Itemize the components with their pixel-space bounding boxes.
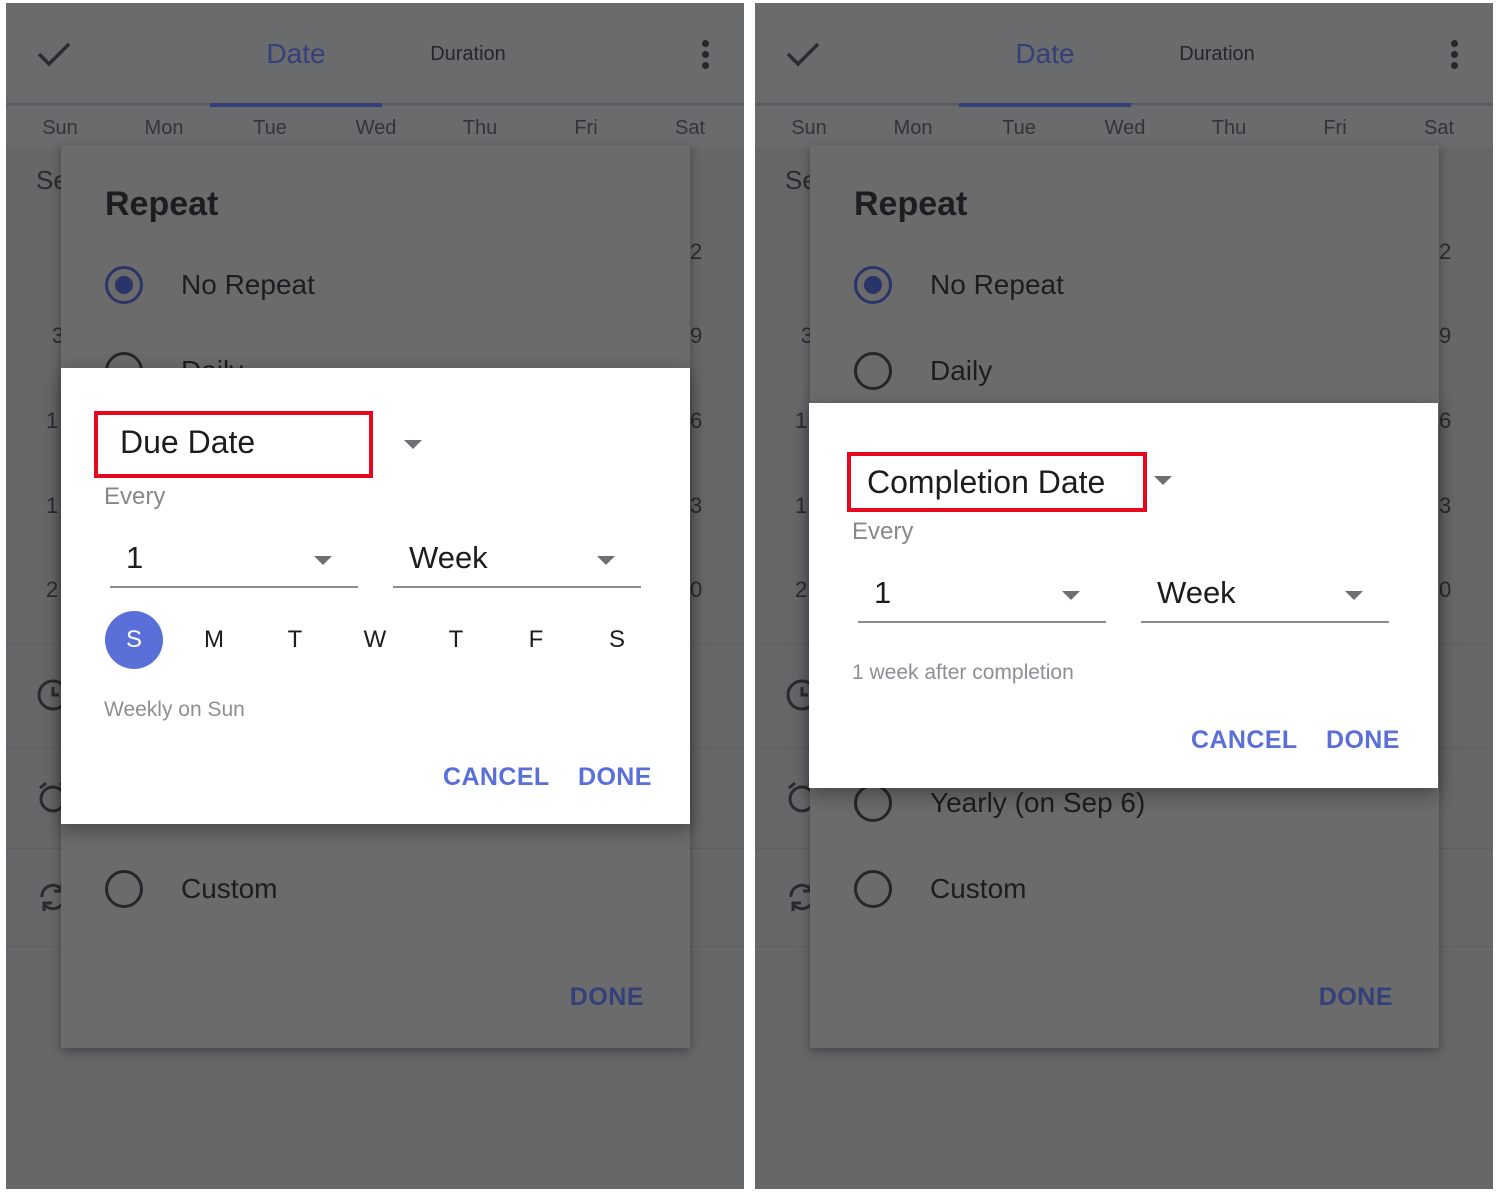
repeat-option-no-repeat[interactable]: No Repeat [105,261,315,309]
interval-value: 1 [874,575,892,610]
calendar-day-fragment: 3 [1439,493,1452,518]
unit-select[interactable]: Week [393,536,641,588]
chevron-down-icon [1345,591,1363,600]
calendar-day-fragment: 3 [690,493,703,518]
weekday-label: Fri [574,117,598,139]
calendar-day-fragment: 0 [1439,577,1452,602]
weekday-label: Tue [1002,117,1036,139]
tab-duration[interactable]: Duration [1147,3,1287,105]
interval-value: 1 [126,540,144,575]
cancel-button[interactable]: CANCEL [443,763,550,792]
weekday-label: Wed [355,117,397,139]
calendar-day-fragment: 9 [690,323,703,348]
day-toggle-wed[interactable]: W [346,611,404,669]
weekday-label: Wed [1104,117,1146,139]
calendar-day-fragment: 2 [46,577,59,602]
every-label: Every [104,483,166,510]
radio-checked-icon[interactable] [105,266,143,304]
weekday-label: Sun [791,117,827,139]
calendar-day-fragment: 2 [690,239,703,264]
done-button[interactable]: DONE [578,763,652,792]
repeat-option-custom[interactable]: Custom [854,865,1026,913]
check-icon[interactable] [785,39,821,69]
calendar-day-fragment: 6 [690,408,703,433]
completion-repeat-dialog: Completion Date Every 1 Week 1 week afte… [809,403,1438,788]
radio-unchecked-icon[interactable] [854,784,892,822]
dialog-title: Repeat [105,185,219,223]
chevron-down-icon [1062,591,1080,600]
tab-date[interactable]: Date [210,3,382,107]
repeat-done-button[interactable]: DONE [1319,983,1393,1012]
weekday-label: Mon [893,117,933,139]
cancel-button[interactable]: CANCEL [1191,726,1298,755]
day-toggle-tue[interactable]: T [266,611,324,669]
calendar-day-fragment: 2 [795,577,808,602]
unit-value: Week [409,540,488,575]
repeat-summary: 1 week after completion [852,661,1074,684]
left-screenshot-panel: Date Duration Sun Mon Tue Wed Thu Fri Sa… [6,3,744,1189]
repeat-summary: Weekly on Sun [104,698,245,721]
tab-date[interactable]: Date [959,3,1131,107]
weekday-label: Mon [144,117,184,139]
repeat-option-daily[interactable]: Daily [854,347,992,395]
calendar-day-fragment: 0 [690,577,703,602]
option-label: Yearly (on Sep 6) [930,787,1146,818]
weekday-header: Sun Mon Tue Wed Thu Fri Sat [755,107,1493,147]
weekday-label: Thu [1211,117,1247,139]
unit-select[interactable]: Week [1141,571,1389,623]
calendar-day-fragment: 1 [46,493,59,518]
chevron-down-icon[interactable] [1154,476,1172,485]
repeat-done-button[interactable]: DONE [570,983,644,1012]
option-label: Custom [930,873,1027,904]
day-toggle-mon[interactable]: M [185,611,243,669]
weekday-label: Sat [674,117,706,139]
day-toggle-sat[interactable]: S [588,611,646,669]
weekday-label: Sun [42,117,78,139]
weekday-label: Fri [1323,117,1347,139]
chevron-down-icon [314,556,332,565]
calendar-day-fragment: 1 [795,408,808,433]
weekday-header: Sun Mon Tue Wed Thu Fri Sat [6,107,744,147]
chevron-down-icon[interactable] [404,440,422,449]
interval-select[interactable]: 1 [858,571,1106,623]
repeat-option-custom[interactable]: Custom [105,865,277,913]
calendar-day-fragment: 1 [46,408,59,433]
day-of-week-picker: S M T W T F S [105,611,645,669]
every-label: Every [852,518,914,545]
option-label: Custom [181,873,278,904]
option-label: Daily [930,355,993,386]
weekly-repeat-dialog: Due Date Every 1 Week S M T W T F S Week… [61,368,690,824]
calendar-day-fragment: 6 [1439,408,1452,433]
more-vert-icon[interactable] [1445,37,1463,73]
calendar-day-fragment: 9 [1439,323,1452,348]
day-toggle-fri[interactable]: F [507,611,565,669]
right-screenshot-panel: Date Duration Sun Mon Tue Wed Thu Fri Sa… [755,3,1493,1189]
top-app-bar: Date Duration [6,3,744,107]
radio-unchecked-icon[interactable] [854,352,892,390]
weekday-label: Tue [253,117,287,139]
interval-select[interactable]: 1 [110,536,358,588]
radio-unchecked-icon[interactable] [854,870,892,908]
check-icon[interactable] [36,39,72,69]
calendar-day-fragment: 1 [795,493,808,518]
radio-checked-icon[interactable] [854,266,892,304]
more-vert-icon[interactable] [696,37,714,73]
option-label: No Repeat [930,269,1064,300]
highlight-box [94,411,373,478]
top-app-bar: Date Duration [755,3,1493,107]
done-button[interactable]: DONE [1326,726,1400,755]
day-toggle-thu[interactable]: T [427,611,485,669]
option-label: No Repeat [181,269,315,300]
day-toggle-sun[interactable]: S [105,611,163,669]
highlight-box [847,452,1147,512]
repeat-option-no-repeat[interactable]: No Repeat [854,261,1064,309]
calendar-day-fragment: 2 [1439,239,1452,264]
tab-duration[interactable]: Duration [398,3,538,105]
radio-unchecked-icon[interactable] [105,870,143,908]
chevron-down-icon [597,556,615,565]
weekday-label: Thu [462,117,498,139]
unit-value: Week [1157,575,1236,610]
dialog-title: Repeat [854,185,968,223]
weekday-label: Sat [1423,117,1455,139]
